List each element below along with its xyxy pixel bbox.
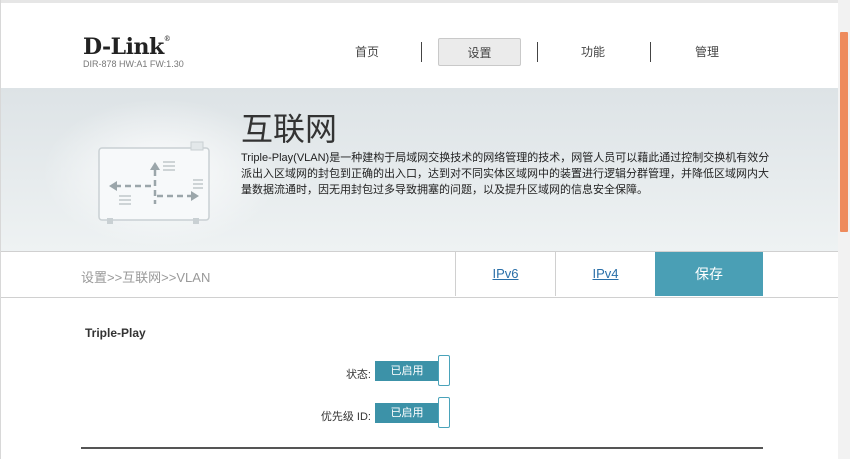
action-bar: 设置>>互联网>>VLAN IPv6 IPv4 保存	[1, 251, 839, 298]
page-description: Triple-Play(VLAN)是一种建构于局域网交换技术的网络管理的技术，网…	[241, 152, 770, 196]
section-title: Triple-Play	[85, 326, 146, 340]
toggle-knob[interactable]	[438, 355, 450, 386]
status-toggle-value: 已启用	[375, 361, 439, 381]
nav-management[interactable]: 管理	[669, 38, 745, 66]
ipv4-link[interactable]: IPv4	[555, 252, 655, 296]
router-admin-page: D-Link® DIR-878 HW:A1 FW:1.30 首页 设置 功能 管…	[0, 0, 839, 459]
nav-settings[interactable]: 设置	[438, 38, 521, 66]
breadcrumb: 设置>>互联网>>VLAN	[81, 270, 211, 285]
top-header: D-Link® DIR-878 HW:A1 FW:1.30 首页 设置 功能 管…	[1, 0, 839, 91]
scrollbar-thumb[interactable]	[840, 32, 848, 232]
scrollbar[interactable]	[838, 0, 850, 459]
nav-separator	[421, 42, 422, 62]
status-label: 状态:	[345, 369, 371, 381]
save-button[interactable]: 保存	[655, 252, 763, 296]
priority-id-toggle-value: 已启用	[375, 403, 439, 423]
nav-home[interactable]: 首页	[329, 38, 405, 66]
priority-id-label: 优先级 ID:	[320, 411, 371, 423]
brand-registered-mark: ®	[163, 35, 171, 43]
nav-separator	[537, 42, 538, 62]
model-version: DIR-878 HW:A1 FW:1.30	[83, 59, 184, 69]
dlink-logo: D-Link®	[83, 34, 171, 60]
network-vlan-diagram-icon	[98, 141, 210, 224]
status-toggle[interactable]: 已启用	[375, 355, 451, 387]
priority-id-toggle[interactable]: 已启用	[375, 397, 451, 429]
ipv6-link[interactable]: IPv6	[455, 252, 555, 296]
page-title: 互联网	[241, 110, 338, 148]
brand-name: D-Link	[83, 34, 164, 60]
toggle-knob[interactable]	[438, 397, 450, 428]
nav-features[interactable]: 功能	[555, 38, 631, 66]
page-banner: 互联网 Triple-Play(VLAN)是一种建构于局域网交换技术的网络管理的…	[1, 88, 839, 251]
nav-separator	[650, 42, 651, 62]
section-divider	[81, 447, 763, 449]
